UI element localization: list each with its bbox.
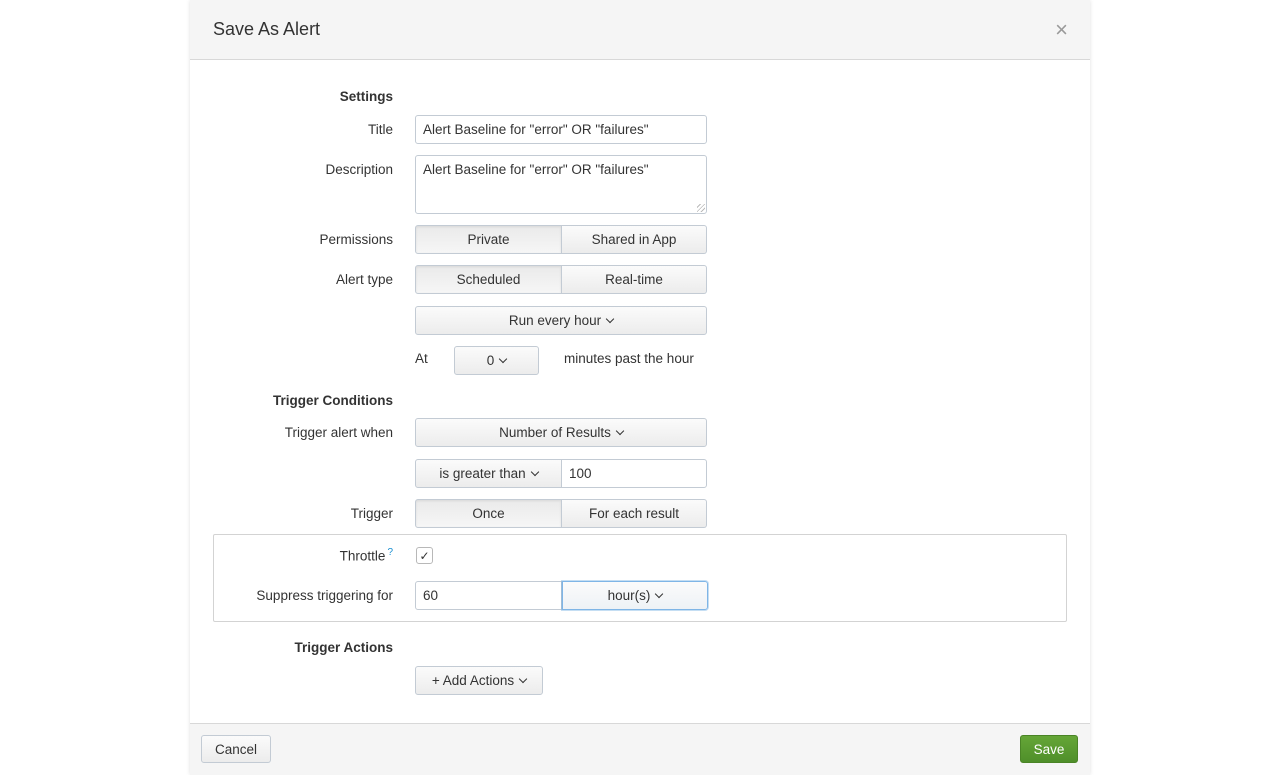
trigger-label: Trigger [350,506,393,521]
throttle-label-text: Throttle [339,548,386,564]
trigger-when-dropdown[interactable]: Number of Results [415,418,707,447]
throttle-label: Throttle? [193,547,393,564]
trigger-each-result-button[interactable]: For each result [562,499,707,528]
trigger-conditions-section-label: Trigger Conditions [273,393,393,408]
description-textarea[interactable]: Alert Baseline for "error" OR "failures" [415,155,707,214]
suppress-duration-input[interactable] [415,581,562,610]
close-icon[interactable]: × [1055,18,1068,42]
schedule-dropdown[interactable]: Run every hour [415,306,707,335]
minute-dropdown-label: 0 [486,353,495,368]
footer-background [190,723,1090,775]
chevron-down-icon [530,467,539,476]
at-label: At [415,351,428,366]
description-label: Description [325,162,393,177]
threshold-input[interactable] [561,459,707,488]
settings-section-label: Settings [339,89,393,104]
description-wrapper: Alert Baseline for "error" OR "failures" [415,155,707,214]
chevron-down-icon [605,314,615,323]
alert-type-label: Alert type [335,272,393,287]
permissions-shared-button[interactable]: Shared in App [562,225,707,254]
throttle-checkbox[interactable]: ✓ [416,547,433,564]
dialog-header: Save As Alert × [190,0,1090,60]
suppress-label: Suppress triggering for [256,588,393,603]
help-icon[interactable]: ? [387,547,393,558]
permissions-private-button[interactable]: Private [415,225,562,254]
chevron-down-icon [655,589,664,598]
chevron-down-icon [518,674,528,683]
permissions-label: Permissions [319,232,393,247]
suppress-unit-dropdown[interactable]: hour(s) [562,581,708,610]
chevron-down-icon [499,354,508,363]
add-actions-button[interactable]: + Add Actions [415,666,543,695]
dialog-title: Save As Alert [213,19,321,39]
trigger-when-dropdown-label: Number of Results [499,425,611,440]
checkmark-icon: ✓ [419,548,430,563]
comparator-dropdown-label: is greater than [439,466,526,481]
save-button[interactable]: Save [1020,735,1078,763]
alert-type-realtime-button[interactable]: Real-time [562,265,707,294]
trigger-when-label: Trigger alert when [284,425,393,440]
add-actions-label: + Add Actions [431,673,515,688]
title-input[interactable] [415,115,707,144]
minute-dropdown[interactable]: 0 [454,346,539,375]
resize-handle-icon[interactable] [697,204,705,212]
trigger-once-button[interactable]: Once [415,499,562,528]
schedule-dropdown-label: Run every hour [508,313,602,328]
trigger-actions-section-label: Trigger Actions [294,640,393,655]
title-label: Title [367,122,393,137]
comparator-dropdown[interactable]: is greater than [415,459,562,488]
minutes-suffix-label: minutes past the hour [564,351,694,366]
chevron-down-icon [615,426,625,435]
cancel-button[interactable]: Cancel [201,735,271,763]
suppress-unit-label: hour(s) [607,588,651,603]
alert-type-scheduled-button[interactable]: Scheduled [415,265,562,294]
dialog-footer: Cancel Save [190,723,1090,775]
